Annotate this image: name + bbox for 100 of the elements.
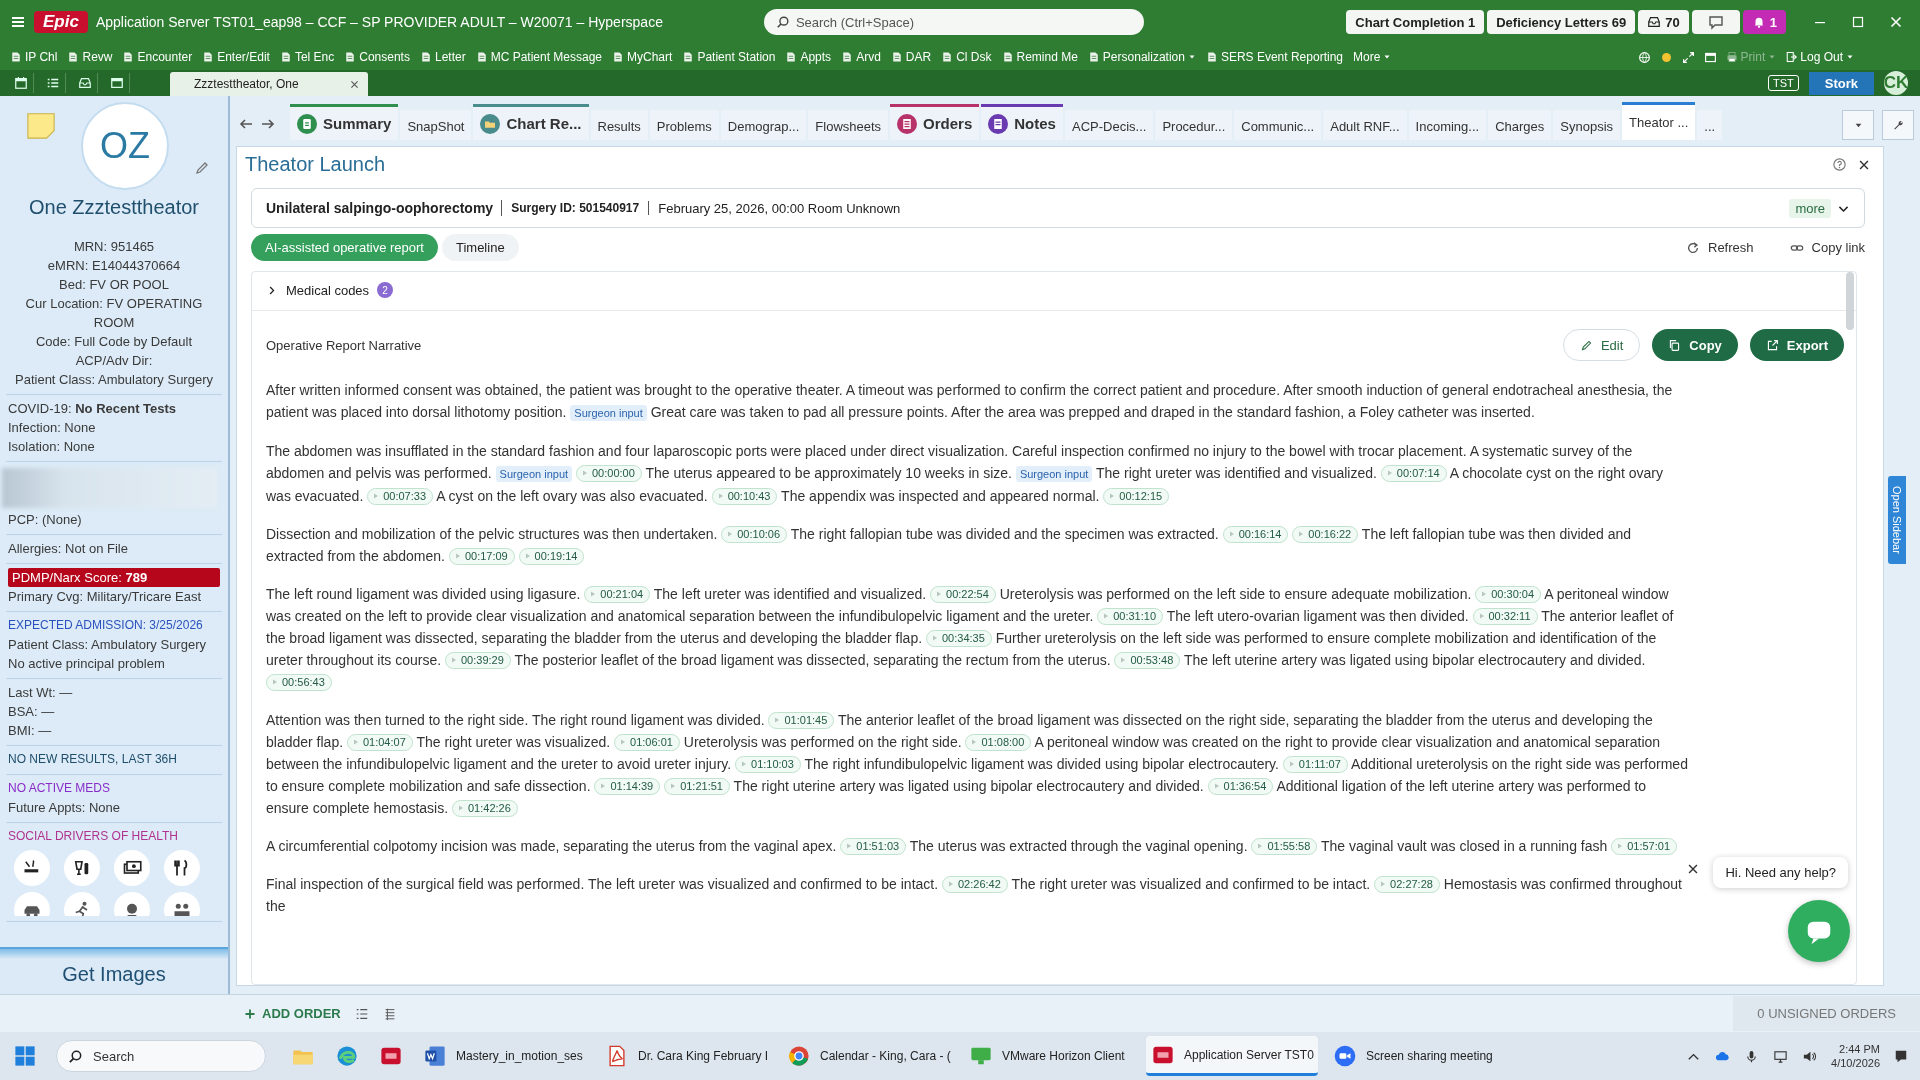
tab[interactable]: Incoming...	[1408, 110, 1487, 140]
timestamp-chip[interactable]: 00:07:14	[1380, 464, 1447, 482]
copy-link-button[interactable]: Copy link	[1789, 240, 1865, 255]
taskbar-app[interactable]: Screen sharing meeting	[1328, 1036, 1500, 1076]
logout-button[interactable]: Log Out	[1785, 50, 1854, 64]
taskbar-app[interactable]: Calendar - King, Cara - (	[782, 1036, 954, 1076]
tab[interactable]: Theator ...	[1622, 102, 1696, 140]
toolbar-button[interactable]: DAR	[890, 50, 932, 64]
tab[interactable]: Notes	[981, 104, 1063, 140]
toolbar-button[interactable]: Appts	[785, 50, 832, 64]
timestamp-chip[interactable]: 00:07:33	[367, 487, 433, 505]
timestamp-chip[interactable]: 01:04:07	[346, 733, 413, 751]
refresh-button[interactable]: Refresh	[1686, 240, 1754, 255]
timestamp-chip[interactable]: 01:01:45	[768, 711, 835, 729]
tab[interactable]: Charges	[1488, 110, 1552, 140]
timestamp-chip[interactable]: 00:17:09	[448, 547, 515, 565]
toolbar-button[interactable]: SERS Event Reporting	[1205, 50, 1343, 64]
patient-tab[interactable]: Zzztesttheator, One	[170, 72, 368, 96]
timestamp-chip[interactable]: 00:10:43	[711, 487, 778, 505]
inbox-button[interactable]: 70	[1638, 10, 1689, 34]
user-avatar[interactable]: CK	[1884, 71, 1908, 95]
timestamp-chip[interactable]: 01:36:54	[1207, 777, 1274, 795]
taskbar-app[interactable]: Mastery_in_motion_ses	[418, 1036, 590, 1076]
timestamp-chip[interactable]: 00:22:54	[930, 585, 996, 603]
toolbar-button[interactable]: More	[1353, 50, 1392, 64]
toolbar-button[interactable]: Encounter	[122, 50, 193, 64]
more-button[interactable]: more	[1789, 198, 1831, 218]
unsigned-orders-label: 0 UNSIGNED ORDERS	[1733, 996, 1920, 1031]
tab[interactable]: Communic...	[1234, 110, 1322, 140]
taskbar-app[interactable]: Dr. Cara King February I	[600, 1036, 772, 1076]
tab[interactable]: Procedur...	[1155, 110, 1233, 140]
timestamp-chip[interactable]: 00:16:14	[1222, 525, 1289, 543]
search-field[interactable]: Search (Ctrl+Space)	[763, 9, 1144, 35]
info-text: Cur Location: FV OPERATING ROOM	[24, 295, 204, 332]
toolbar-button[interactable]: Cl Dsk	[941, 50, 992, 64]
copy-button[interactable]: Copy	[1652, 329, 1738, 361]
toolbar-button[interactable]: MyChart	[612, 50, 673, 64]
toolbar-button[interactable]: Tel Enc	[279, 50, 335, 64]
toolbar-button[interactable]: Patient Station	[682, 50, 776, 64]
timestamp-chip[interactable]: 01:51:03	[840, 837, 907, 855]
taskbar-app[interactable]: VMware Horizon Client	[964, 1036, 1136, 1076]
toolbar-button[interactable]: Remind Me	[1001, 50, 1078, 64]
export-button[interactable]: Export	[1749, 329, 1844, 361]
timestamp-chip[interactable]: 00:34:35	[926, 629, 992, 647]
timestamp-chip[interactable]: 01:21:51	[664, 777, 730, 795]
timestamp-chip[interactable]: 01:06:01	[614, 733, 680, 751]
tab[interactable]: ACP-Decis...	[1064, 110, 1154, 140]
tab[interactable]: Orders	[890, 104, 980, 140]
timestamp-chip[interactable]: 02:27:28	[1374, 875, 1440, 893]
info-text: MRN: 951465	[72, 238, 156, 256]
timestamp-chip[interactable]: 02:26:42	[942, 875, 1008, 893]
toolbar-button[interactable]: Revw	[67, 50, 113, 64]
timestamp-chip[interactable]: 01:08:00	[965, 733, 1032, 751]
tab[interactable]: ...	[1697, 110, 1723, 140]
timestamp-chip[interactable]: 00:19:14	[518, 547, 585, 565]
toolbar-button[interactable]: Enter/Edit	[202, 50, 270, 64]
app-logo: Epic	[34, 11, 88, 33]
header-button[interactable]: Chart Completion 1	[1346, 10, 1485, 34]
timestamp-chip[interactable]: 01:55:58	[1251, 837, 1318, 855]
toolbar-button[interactable]: MC Patient Message	[475, 50, 603, 64]
open-sidebar-tab[interactable]: Open Sidebar	[1888, 476, 1906, 564]
taskbar-app[interactable]: Application Server TST0	[1146, 1036, 1318, 1076]
timestamp-chip[interactable]: 01:14:39	[594, 777, 661, 795]
tab[interactable]: Flowsheets	[808, 110, 889, 140]
timestamp-chip[interactable]: 01:11:07	[1282, 755, 1348, 773]
timestamp-chip[interactable]: 00:00:00	[575, 464, 642, 482]
medical-codes-toggle[interactable]: Medical codes	[266, 282, 370, 298]
toolbar-button[interactable]: Consents	[344, 50, 410, 64]
timestamp-chip[interactable]: 00:53:48	[1114, 651, 1181, 669]
view-tab[interactable]: Timeline	[441, 234, 519, 261]
tab[interactable]: Adult RNF...	[1323, 110, 1407, 140]
toolbar-button[interactable]: IP Chl	[10, 50, 58, 64]
timestamp-chip[interactable]: 01:10:03	[735, 755, 801, 773]
timestamp-chip[interactable]: 01:42:26	[452, 799, 518, 817]
tab[interactable]: Synopsis	[1553, 110, 1621, 140]
timestamp-chip[interactable]: 00:12:15	[1103, 487, 1170, 505]
add-order-button[interactable]: ADD ORDER	[244, 1006, 341, 1021]
toolbar-button[interactable]: Letter	[419, 50, 466, 64]
timestamp-chip[interactable]: 00:32:11	[1472, 607, 1538, 625]
timestamp-chip[interactable]: 00:30:04	[1475, 585, 1542, 603]
tab[interactable]: Chart Re...	[473, 104, 589, 140]
timestamp-chip[interactable]: 01:57:01	[1611, 837, 1678, 855]
taskbar-search-field[interactable]: Search	[56, 1040, 266, 1072]
alert-banner: PDMP/Narx Score: 789	[8, 568, 220, 587]
timestamp-chip[interactable]: 00:16:22	[1292, 525, 1359, 543]
timestamp-chip[interactable]: 00:10:06	[721, 525, 788, 543]
tab[interactable]: SnapShot	[400, 110, 472, 140]
tab[interactable]: Summary	[290, 104, 399, 140]
toolbar-button[interactable]: Personalization	[1087, 50, 1196, 64]
info-text: Code: Full Code by Default	[34, 333, 194, 351]
tab[interactable]: Demograp...	[720, 110, 807, 140]
toolbar-button[interactable]: Arvd	[841, 50, 881, 64]
tab[interactable]: Problems	[649, 110, 719, 140]
timestamp-chip[interactable]: 00:31:10	[1097, 607, 1163, 625]
header-button[interactable]: Deficiency Letters 69	[1487, 10, 1636, 34]
timestamp-chip[interactable]: 00:39:29	[445, 651, 511, 669]
timestamp-chip[interactable]: 00:56:43	[266, 673, 332, 691]
tab[interactable]: Results	[590, 110, 648, 140]
notification-button[interactable]: 1	[1742, 10, 1786, 34]
timestamp-chip[interactable]: 00:21:04	[584, 585, 651, 603]
